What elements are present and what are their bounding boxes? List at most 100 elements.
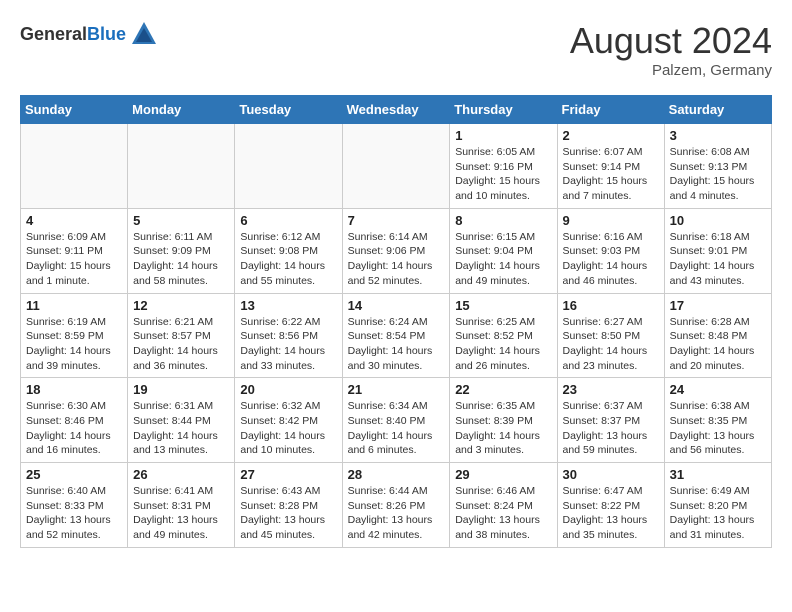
day-number: 2 bbox=[563, 128, 659, 143]
calendar-cell: 10Sunrise: 6:18 AM Sunset: 9:01 PM Dayli… bbox=[664, 208, 771, 293]
calendar-cell: 12Sunrise: 6:21 AM Sunset: 8:57 PM Dayli… bbox=[128, 293, 235, 378]
logo-blue: Blue bbox=[87, 24, 126, 44]
day-number: 30 bbox=[563, 467, 659, 482]
day-number: 10 bbox=[670, 213, 766, 228]
day-number: 20 bbox=[240, 382, 336, 397]
day-number: 5 bbox=[133, 213, 229, 228]
day-info: Sunrise: 6:11 AM Sunset: 9:09 PM Dayligh… bbox=[133, 230, 229, 289]
calendar-cell: 31 Sunrise: 6:49 AM Sunset: 8:20 PM Dayli… bbox=[664, 463, 771, 548]
day-info: Sunrise: 6:19 AM Sunset: 8:59 PM Dayligh… bbox=[26, 315, 122, 374]
week-row-5: 25Sunrise: 6:40 AM Sunset: 8:33 PM Dayli… bbox=[21, 463, 772, 548]
day-number: 9 bbox=[563, 213, 659, 228]
day-number: 13 bbox=[240, 298, 336, 313]
calendar-cell: 9 Sunrise: 6:16 AM Sunset: 9:03 PM Daylig… bbox=[557, 208, 664, 293]
day-info: Sunrise: 6:49 AM Sunset: 8:20 PM Dayligh… bbox=[670, 484, 766, 543]
logo-general: General bbox=[20, 24, 87, 44]
calendar-cell: 24Sunrise: 6:38 AM Sunset: 8:35 PM Dayli… bbox=[664, 378, 771, 463]
logo-icon bbox=[130, 20, 158, 48]
day-info: Sunrise: 6:24 AM Sunset: 8:54 PM Dayligh… bbox=[348, 315, 445, 374]
calendar-cell: 13Sunrise: 6:22 AM Sunset: 8:56 PM Dayli… bbox=[235, 293, 342, 378]
day-headers: SundayMondayTuesdayWednesdayThursdayFrid… bbox=[21, 96, 772, 124]
day-number: 16 bbox=[563, 298, 659, 313]
day-number: 3 bbox=[670, 128, 766, 143]
calendar-cell bbox=[21, 124, 128, 209]
day-info: Sunrise: 6:35 AM Sunset: 8:39 PM Dayligh… bbox=[455, 399, 551, 458]
day-info: Sunrise: 6:30 AM Sunset: 8:46 PM Dayligh… bbox=[26, 399, 122, 458]
day-header-friday: Friday bbox=[557, 96, 664, 124]
day-info: Sunrise: 6:08 AM Sunset: 9:13 PM Dayligh… bbox=[670, 145, 766, 204]
month-title: August 2024 bbox=[570, 20, 772, 62]
day-info: Sunrise: 6:46 AM Sunset: 8:24 PM Dayligh… bbox=[455, 484, 551, 543]
day-info: Sunrise: 6:09 AM Sunset: 9:11 PM Dayligh… bbox=[26, 230, 122, 289]
calendar-cell: 21 Sunrise: 6:34 AM Sunset: 8:40 PM Dayli… bbox=[342, 378, 450, 463]
day-header-wednesday: Wednesday bbox=[342, 96, 450, 124]
day-number: 21 bbox=[348, 382, 445, 397]
calendar-cell: 2 Sunrise: 6:07 AM Sunset: 9:14 PM Daylig… bbox=[557, 124, 664, 209]
calendar-cell bbox=[128, 124, 235, 209]
calendar-cell: 28 Sunrise: 6:44 AM Sunset: 8:26 PM Dayli… bbox=[342, 463, 450, 548]
day-number: 22 bbox=[455, 382, 551, 397]
logo: GeneralBlue bbox=[20, 20, 158, 48]
day-header-monday: Monday bbox=[128, 96, 235, 124]
day-info: Sunrise: 6:32 AM Sunset: 8:42 PM Dayligh… bbox=[240, 399, 336, 458]
calendar-cell: 11 Sunrise: 6:19 AM Sunset: 8:59 PM Dayli… bbox=[21, 293, 128, 378]
day-info: Sunrise: 6:41 AM Sunset: 8:31 PM Dayligh… bbox=[133, 484, 229, 543]
day-info: Sunrise: 6:21 AM Sunset: 8:57 PM Dayligh… bbox=[133, 315, 229, 374]
day-header-thursday: Thursday bbox=[450, 96, 557, 124]
calendar-cell bbox=[235, 124, 342, 209]
day-number: 15 bbox=[455, 298, 551, 313]
calendar-cell: 8 Sunrise: 6:15 AM Sunset: 9:04 PM Daylig… bbox=[450, 208, 557, 293]
day-info: Sunrise: 6:16 AM Sunset: 9:03 PM Dayligh… bbox=[563, 230, 659, 289]
day-info: Sunrise: 6:34 AM Sunset: 8:40 PM Dayligh… bbox=[348, 399, 445, 458]
calendar-cell: 4 Sunrise: 6:09 AM Sunset: 9:11 PM Daylig… bbox=[21, 208, 128, 293]
calendar-cell: 15 Sunrise: 6:25 AM Sunset: 8:52 PM Dayli… bbox=[450, 293, 557, 378]
week-row-2: 4 Sunrise: 6:09 AM Sunset: 9:11 PM Daylig… bbox=[21, 208, 772, 293]
calendar-cell: 30 Sunrise: 6:47 AM Sunset: 8:22 PM Dayli… bbox=[557, 463, 664, 548]
day-number: 25 bbox=[26, 467, 122, 482]
day-info: Sunrise: 6:38 AM Sunset: 8:35 PM Dayligh… bbox=[670, 399, 766, 458]
calendar-cell: 18 Sunrise: 6:30 AM Sunset: 8:46 PM Dayli… bbox=[21, 378, 128, 463]
week-row-1: 1Sunrise: 6:05 AM Sunset: 9:16 PM Daylig… bbox=[21, 124, 772, 209]
location: Palzem, Germany bbox=[570, 62, 772, 79]
page-header: GeneralBlue August 2024 Palzem, Germany bbox=[20, 20, 772, 79]
calendar-cell: 17 Sunrise: 6:28 AM Sunset: 8:48 PM Dayli… bbox=[664, 293, 771, 378]
day-number: 17 bbox=[670, 298, 766, 313]
day-info: Sunrise: 6:07 AM Sunset: 9:14 PM Dayligh… bbox=[563, 145, 659, 204]
day-number: 19 bbox=[133, 382, 229, 397]
calendar-cell: 23 Sunrise: 6:37 AM Sunset: 8:37 PM Dayli… bbox=[557, 378, 664, 463]
day-number: 1 bbox=[455, 128, 551, 143]
day-info: Sunrise: 6:43 AM Sunset: 8:28 PM Dayligh… bbox=[240, 484, 336, 543]
calendar-cell: 29 Sunrise: 6:46 AM Sunset: 8:24 PM Dayli… bbox=[450, 463, 557, 548]
day-info: Sunrise: 6:47 AM Sunset: 8:22 PM Dayligh… bbox=[563, 484, 659, 543]
calendar-cell: 3 Sunrise: 6:08 AM Sunset: 9:13 PM Daylig… bbox=[664, 124, 771, 209]
day-number: 31 bbox=[670, 467, 766, 482]
day-info: Sunrise: 6:31 AM Sunset: 8:44 PM Dayligh… bbox=[133, 399, 229, 458]
day-number: 4 bbox=[26, 213, 122, 228]
day-info: Sunrise: 6:37 AM Sunset: 8:37 PM Dayligh… bbox=[563, 399, 659, 458]
calendar-cell: 27 Sunrise: 6:43 AM Sunset: 8:28 PM Dayli… bbox=[235, 463, 342, 548]
calendar-cell bbox=[342, 124, 450, 209]
calendar-cell: 5 Sunrise: 6:11 AM Sunset: 9:09 PM Daylig… bbox=[128, 208, 235, 293]
week-row-3: 11 Sunrise: 6:19 AM Sunset: 8:59 PM Dayli… bbox=[21, 293, 772, 378]
calendar-cell: 19 Sunrise: 6:31 AM Sunset: 8:44 PM Dayli… bbox=[128, 378, 235, 463]
calendar-cell: 16Sunrise: 6:27 AM Sunset: 8:50 PM Dayli… bbox=[557, 293, 664, 378]
calendar-table: SundayMondayTuesdayWednesdayThursdayFrid… bbox=[20, 95, 772, 548]
day-info: Sunrise: 6:14 AM Sunset: 9:06 PM Dayligh… bbox=[348, 230, 445, 289]
title-area: August 2024 Palzem, Germany bbox=[570, 20, 772, 79]
day-number: 23 bbox=[563, 382, 659, 397]
calendar-cell: 1Sunrise: 6:05 AM Sunset: 9:16 PM Daylig… bbox=[450, 124, 557, 209]
day-number: 18 bbox=[26, 382, 122, 397]
day-number: 29 bbox=[455, 467, 551, 482]
day-info: Sunrise: 6:44 AM Sunset: 8:26 PM Dayligh… bbox=[348, 484, 445, 543]
day-number: 26 bbox=[133, 467, 229, 482]
calendar-cell: 20 Sunrise: 6:32 AM Sunset: 8:42 PM Dayli… bbox=[235, 378, 342, 463]
day-number: 28 bbox=[348, 467, 445, 482]
day-number: 8 bbox=[455, 213, 551, 228]
day-info: Sunrise: 6:15 AM Sunset: 9:04 PM Dayligh… bbox=[455, 230, 551, 289]
day-info: Sunrise: 6:28 AM Sunset: 8:48 PM Dayligh… bbox=[670, 315, 766, 374]
day-number: 14 bbox=[348, 298, 445, 313]
day-number: 11 bbox=[26, 298, 122, 313]
week-row-4: 18 Sunrise: 6:30 AM Sunset: 8:46 PM Dayli… bbox=[21, 378, 772, 463]
day-info: Sunrise: 6:25 AM Sunset: 8:52 PM Dayligh… bbox=[455, 315, 551, 374]
day-number: 27 bbox=[240, 467, 336, 482]
